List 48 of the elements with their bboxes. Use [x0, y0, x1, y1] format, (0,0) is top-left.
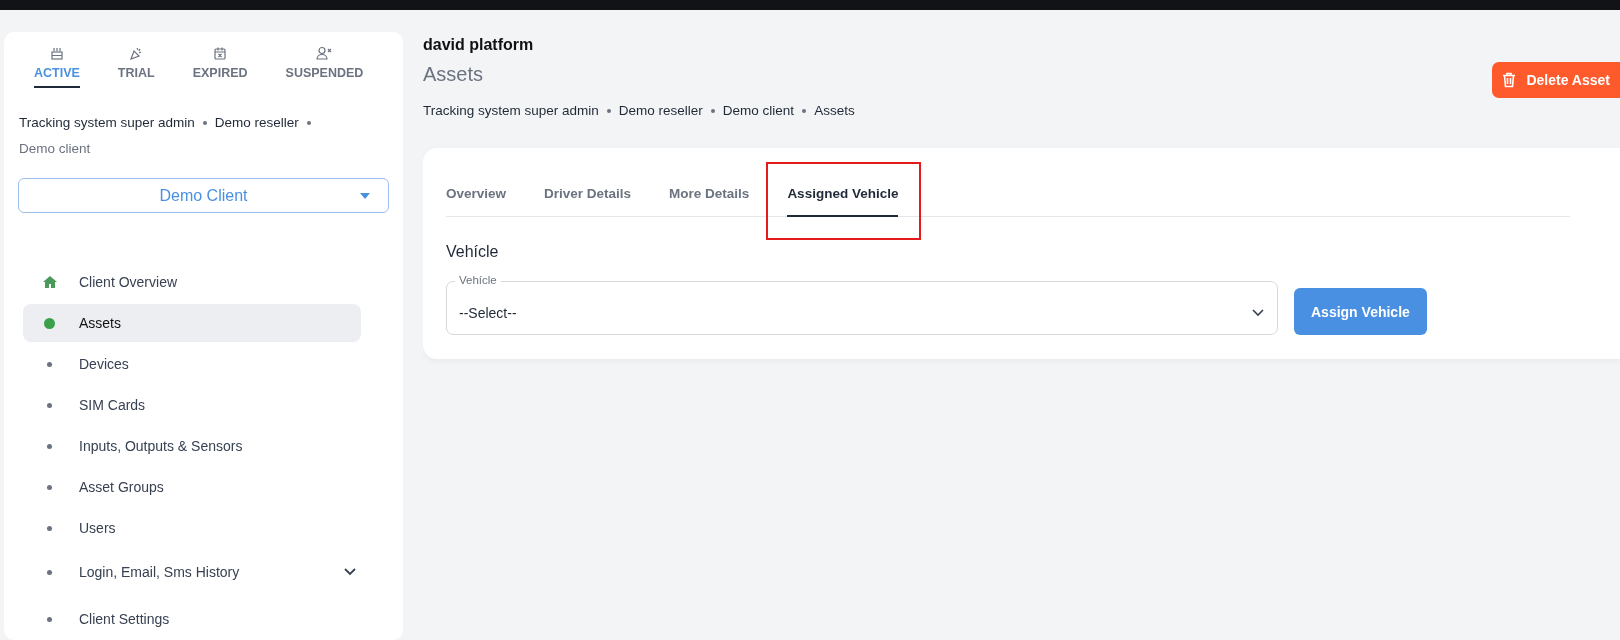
cake-icon: [49, 46, 64, 60]
status-tab[interactable]: EXPIRED: [192, 46, 248, 88]
bullet-icon: [47, 616, 52, 622]
sidebar-item[interactable]: SIM Cards: [23, 386, 361, 424]
bullet-icon: [44, 317, 55, 329]
tab[interactable]: More Details: [669, 168, 750, 217]
platform-name: david platform: [423, 36, 535, 54]
breadcrumb-separator: [710, 108, 715, 113]
section-title: Vehícle: [446, 243, 500, 261]
bullet-icon: [47, 569, 52, 575]
sidebar-item[interactable]: Users: [23, 509, 361, 547]
bullet-icon: [47, 443, 52, 449]
vehicle-select[interactable]: Vehícle --Select--: [446, 273, 1278, 335]
sidebar-item[interactable]: Client Overview: [23, 263, 361, 301]
sidebar-item[interactable]: Devices: [23, 345, 361, 383]
bullet-icon: [47, 525, 52, 531]
bullet-icon: [47, 402, 52, 408]
status-tab[interactable]: TRIAL: [117, 46, 155, 88]
sidebar-item[interactable]: Assets: [23, 304, 361, 342]
breadcrumb-link[interactable]: Tracking system super admin: [19, 110, 195, 136]
tab[interactable]: Overview: [446, 168, 507, 217]
breadcrumb-separator: [202, 121, 207, 125]
breadcrumb-separator: [306, 121, 311, 125]
breadcrumb-separator: [606, 108, 611, 113]
page-title: Assets: [423, 63, 485, 86]
sidebar-item[interactable]: Inputs, Outputs & Sensors: [23, 427, 361, 465]
tab[interactable]: Assigned Vehicle: [787, 168, 899, 217]
chevron-down-icon: [1252, 309, 1264, 317]
breadcrumb-link[interactable]: Demo client: [19, 136, 91, 162]
breadcrumb-separator: [802, 108, 807, 113]
sidebar-item[interactable]: Client Settings: [23, 597, 361, 640]
tab[interactable]: Driver Details: [544, 168, 632, 217]
breadcrumb-link[interactable]: Demo reseller: [214, 110, 299, 136]
home-icon: [43, 276, 57, 288]
breadcrumb-link[interactable]: Demo client: [722, 103, 795, 118]
user-x-icon: [316, 46, 333, 60]
sidebar-item[interactable]: Login, Email, Sms History: [23, 550, 361, 594]
trash-icon: [1502, 72, 1517, 88]
breadcrumb-link[interactable]: Assets: [814, 103, 855, 118]
caret-icon: [360, 193, 370, 199]
bullet-icon: [47, 484, 52, 490]
bullet-icon: [47, 361, 52, 367]
sidebar-item[interactable]: Asset Groups: [23, 468, 361, 506]
calendar-x-icon: [213, 46, 228, 60]
party-popper-icon: [129, 46, 144, 60]
status-tab[interactable]: SUSPENDED: [285, 46, 364, 88]
breadcrumb-link[interactable]: Demo reseller: [618, 103, 703, 118]
breadcrumb-link[interactable]: Tracking system super admin: [423, 103, 599, 118]
